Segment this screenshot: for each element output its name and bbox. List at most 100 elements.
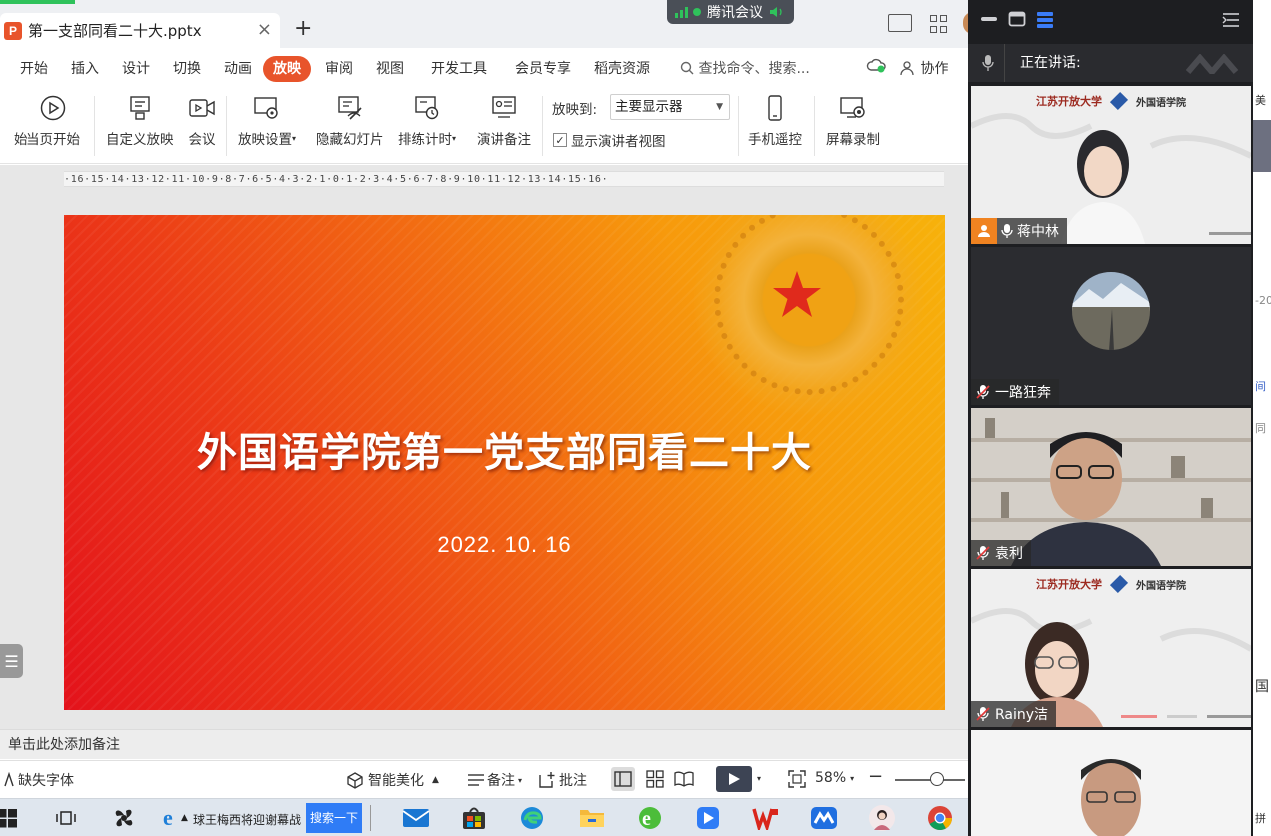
taskbar-search-button[interactable]: 搜索一下: [306, 803, 362, 833]
tencent-meeting-app-icon[interactable]: [810, 804, 838, 832]
ie-green-icon[interactable]: e: [636, 804, 664, 832]
hide-slide-button[interactable]: 隐藏幻灯片: [316, 94, 384, 148]
edge-browser-icon[interactable]: [518, 804, 546, 832]
slide-title[interactable]: 外国语学院第一党支部同看二十大: [64, 420, 945, 478]
font-warning-icon: [4, 772, 14, 787]
zoom-slider-knob[interactable]: [930, 772, 944, 786]
from-current-button[interactable]: 当页开始: [26, 94, 80, 148]
zoom-out-icon[interactable]: −: [868, 766, 883, 787]
participant-tile[interactable]: 江苏开放大学 外国语学院 Rainy洁: [971, 569, 1251, 727]
menu-review[interactable]: 审阅: [325, 56, 353, 82]
sorter-view-icon[interactable]: [643, 767, 667, 791]
window-icon[interactable]: [1008, 11, 1026, 27]
red-star-icon: [773, 271, 821, 317]
strip-text: -20: [1255, 294, 1271, 307]
missing-font-button[interactable]: 缺失字体: [2, 770, 74, 790]
display-select[interactable]: 主要显示器 ▼: [610, 94, 730, 120]
slide[interactable]: 外国语学院第一党支部同看二十大 2022. 10. 16: [64, 215, 945, 710]
participant-name: 袁利: [995, 546, 1023, 562]
menu-animation[interactable]: 动画: [224, 56, 252, 82]
meeting-logo-icon: [1186, 54, 1239, 74]
zoom-level[interactable]: 58% ▾: [815, 770, 854, 786]
fan-app-icon[interactable]: [110, 804, 138, 832]
slide-date[interactable]: 2022. 10. 16: [64, 532, 945, 558]
rehearse-timing-label: 排练计时▾: [398, 132, 457, 148]
participant-tile[interactable]: 江苏开放大学 外国语学院 蒋中林: [971, 86, 1251, 244]
menu-home[interactable]: 开始: [20, 56, 48, 82]
play-to-label: 放映到:: [552, 102, 598, 118]
strip-text: 拼: [1255, 812, 1266, 825]
slideshow-options-chevron[interactable]: ▾: [757, 774, 761, 783]
document-tab[interactable]: P 第一支部同看二十大.pptx ×: [0, 13, 280, 48]
custom-show-label: 自定义放映: [106, 132, 174, 148]
slide-editor-canvas: ·16·15·14·13·12·11·10·9·8·7·6·5·4·3·2·1·…: [0, 165, 968, 729]
user-photo-icon[interactable]: [868, 804, 896, 832]
new-tab-button[interactable]: +: [294, 16, 312, 41]
ppt-file-icon: P: [4, 21, 22, 40]
window-layout-icon[interactable]: [888, 14, 912, 32]
participant-name: 蒋中林: [1017, 224, 1059, 240]
taskbar-divider: [370, 805, 371, 831]
notes-toggle-button[interactable]: 备注 ▾: [467, 770, 522, 790]
cloud-sync-icon[interactable]: [866, 56, 888, 82]
background-window-strip: 美 -20 间 同 国 拼: [1253, 0, 1271, 836]
phone-remote-button[interactable]: 手机遥控: [748, 94, 802, 148]
screen-record-button[interactable]: 屏幕录制: [826, 94, 880, 148]
meeting-button[interactable]: 会议: [188, 94, 216, 148]
panel-toggle-handle[interactable]: ☰: [0, 644, 23, 678]
task-view-icon[interactable]: [52, 804, 80, 832]
main-menu: 开始 插入 设计 切换 动画 放映 审阅 视图 开发工具 会员专享 稻壳资源 查…: [0, 52, 968, 86]
custom-show-button[interactable]: 自定义放映: [106, 94, 174, 148]
start-slideshow-button[interactable]: [716, 766, 752, 792]
school-banner: 江苏开放大学 外国语学院: [971, 86, 1251, 116]
signal-icon: [675, 6, 688, 18]
menu-developer[interactable]: 开发工具: [431, 56, 487, 82]
college-logo-icon: [1109, 574, 1129, 594]
document-tab-bar: P 第一支部同看二十大.pptx × +: [0, 0, 973, 48]
minimize-icon[interactable]: [980, 14, 998, 24]
reading-view-icon[interactable]: [672, 767, 696, 791]
rehearse-timing-button[interactable]: 排练计时▾: [398, 94, 456, 148]
close-tab-icon[interactable]: ×: [257, 19, 272, 40]
presenter-view-checkbox[interactable]: ✓ 显示演讲者视图: [553, 130, 666, 150]
play-icon: [729, 773, 740, 785]
mail-icon[interactable]: [402, 804, 430, 832]
svg-text:e: e: [163, 807, 173, 829]
menu-view[interactable]: 视图: [376, 56, 404, 82]
windows-start-icon[interactable]: [0, 804, 22, 832]
participant-tile[interactable]: 一路狂奔: [971, 247, 1251, 405]
microphone-muted-icon: [976, 546, 990, 560]
show-settings-button[interactable]: 放映设置▾: [238, 94, 296, 148]
microphone-muted-icon: [976, 707, 990, 721]
comments-button[interactable]: 批注: [538, 770, 587, 790]
menu-docer[interactable]: 稻壳资源: [594, 56, 650, 82]
normal-view-icon[interactable]: [611, 767, 635, 791]
participant-tile[interactable]: [971, 730, 1251, 836]
wps-app-icon[interactable]: [752, 804, 780, 832]
news-ticker[interactable]: 球王梅西将迎谢幕战: [193, 811, 301, 828]
collaborate-button[interactable]: 协作: [900, 56, 948, 82]
file-explorer-icon[interactable]: [578, 804, 606, 832]
store-icon[interactable]: [460, 804, 488, 832]
smart-beautify-button[interactable]: 智能美化 ▲: [346, 770, 439, 790]
from-start-button[interactable]: 始: [0, 94, 28, 148]
menu-slideshow[interactable]: 放映: [263, 56, 311, 82]
collapse-panel-icon[interactable]: [1222, 12, 1240, 28]
menu-insert[interactable]: 插入: [71, 56, 99, 82]
app-grid-icon[interactable]: [930, 15, 954, 33]
tencent-meeting-badge[interactable]: 腾讯会议: [667, 0, 794, 24]
list-view-icon[interactable]: [1036, 11, 1054, 29]
menu-member[interactable]: 会员专享: [515, 56, 571, 82]
speaker-notes-button[interactable]: 演讲备注: [477, 94, 531, 148]
strip-image: [1253, 120, 1271, 172]
notes-pane[interactable]: 单击此处添加备注: [0, 729, 968, 759]
chrome-browser-icon[interactable]: [926, 804, 954, 832]
menu-design[interactable]: 设计: [122, 56, 150, 82]
media-player-icon[interactable]: [694, 804, 722, 832]
participant-tile[interactable]: 袁利: [971, 408, 1251, 566]
command-search[interactable]: 查找命令、搜索...: [680, 56, 810, 82]
chevron-up-icon: ▲: [432, 775, 439, 785]
fit-window-icon[interactable]: [788, 770, 806, 788]
menu-transition[interactable]: 切换: [173, 56, 201, 82]
load-progress: [0, 0, 75, 4]
